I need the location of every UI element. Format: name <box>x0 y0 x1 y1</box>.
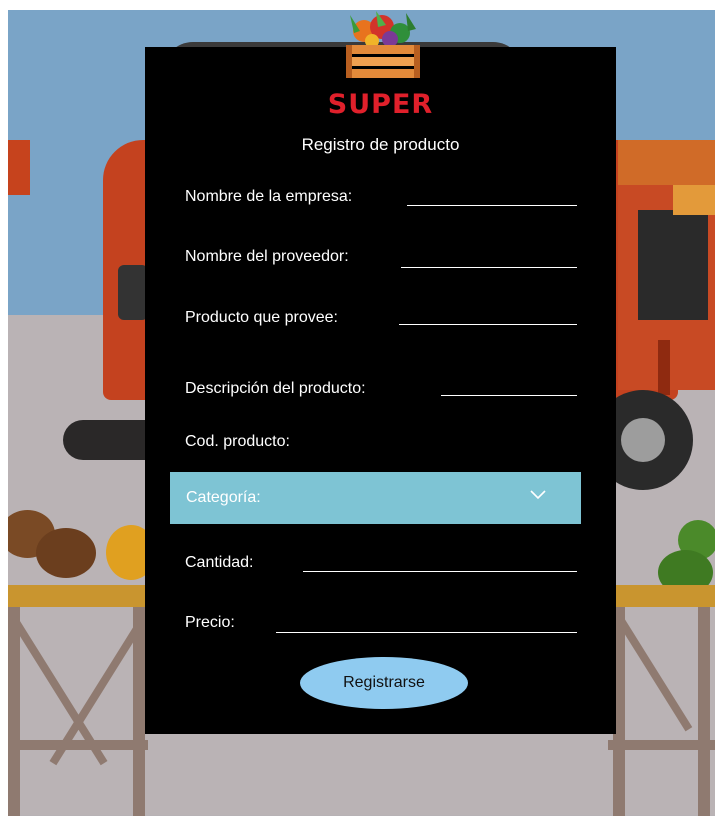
category-selected-value: Categoría: <box>186 489 261 506</box>
mushroom <box>36 528 96 578</box>
awning-left <box>8 140 30 195</box>
proveedor-field[interactable] <box>401 267 577 268</box>
truck-window <box>638 210 708 320</box>
producto-field[interactable] <box>399 324 577 325</box>
awning-right <box>618 140 715 185</box>
chevron-down-icon[interactable] <box>529 489 547 501</box>
descripcion-field[interactable] <box>441 395 577 396</box>
category-select[interactable]: Categoría: <box>170 472 581 524</box>
table-shelf <box>608 740 715 750</box>
table-shelf <box>8 740 148 750</box>
empresa-label: Nombre de la empresa: <box>185 188 353 205</box>
precio-field[interactable] <box>276 632 577 633</box>
brand-name: SUPER <box>327 89 434 120</box>
table-left <box>8 585 153 607</box>
register-button[interactable]: Registrarse <box>300 657 468 709</box>
cantidad-field[interactable] <box>303 571 577 572</box>
descripcion-label: Descripción del producto: <box>185 380 366 397</box>
truck-light <box>658 340 670 395</box>
cantidad-label: Cantidad: <box>185 554 254 571</box>
truck-grill <box>118 265 148 320</box>
precio-label: Precio: <box>185 614 235 631</box>
proveedor-label: Nombre del proveedor: <box>185 248 349 265</box>
empresa-field[interactable] <box>407 205 577 206</box>
form-title: Registro de producto <box>301 135 460 154</box>
awning-right-edge <box>673 185 715 215</box>
table-leg <box>698 607 710 816</box>
producto-label: Producto que provee: <box>185 309 338 326</box>
table-right <box>608 585 715 607</box>
registration-card: SUPER Registro de producto Nombre de la … <box>145 11 616 734</box>
table-leg <box>8 607 20 816</box>
codigo-label: Cod. producto: <box>185 433 290 450</box>
vegetable-crate-logo <box>346 11 420 78</box>
